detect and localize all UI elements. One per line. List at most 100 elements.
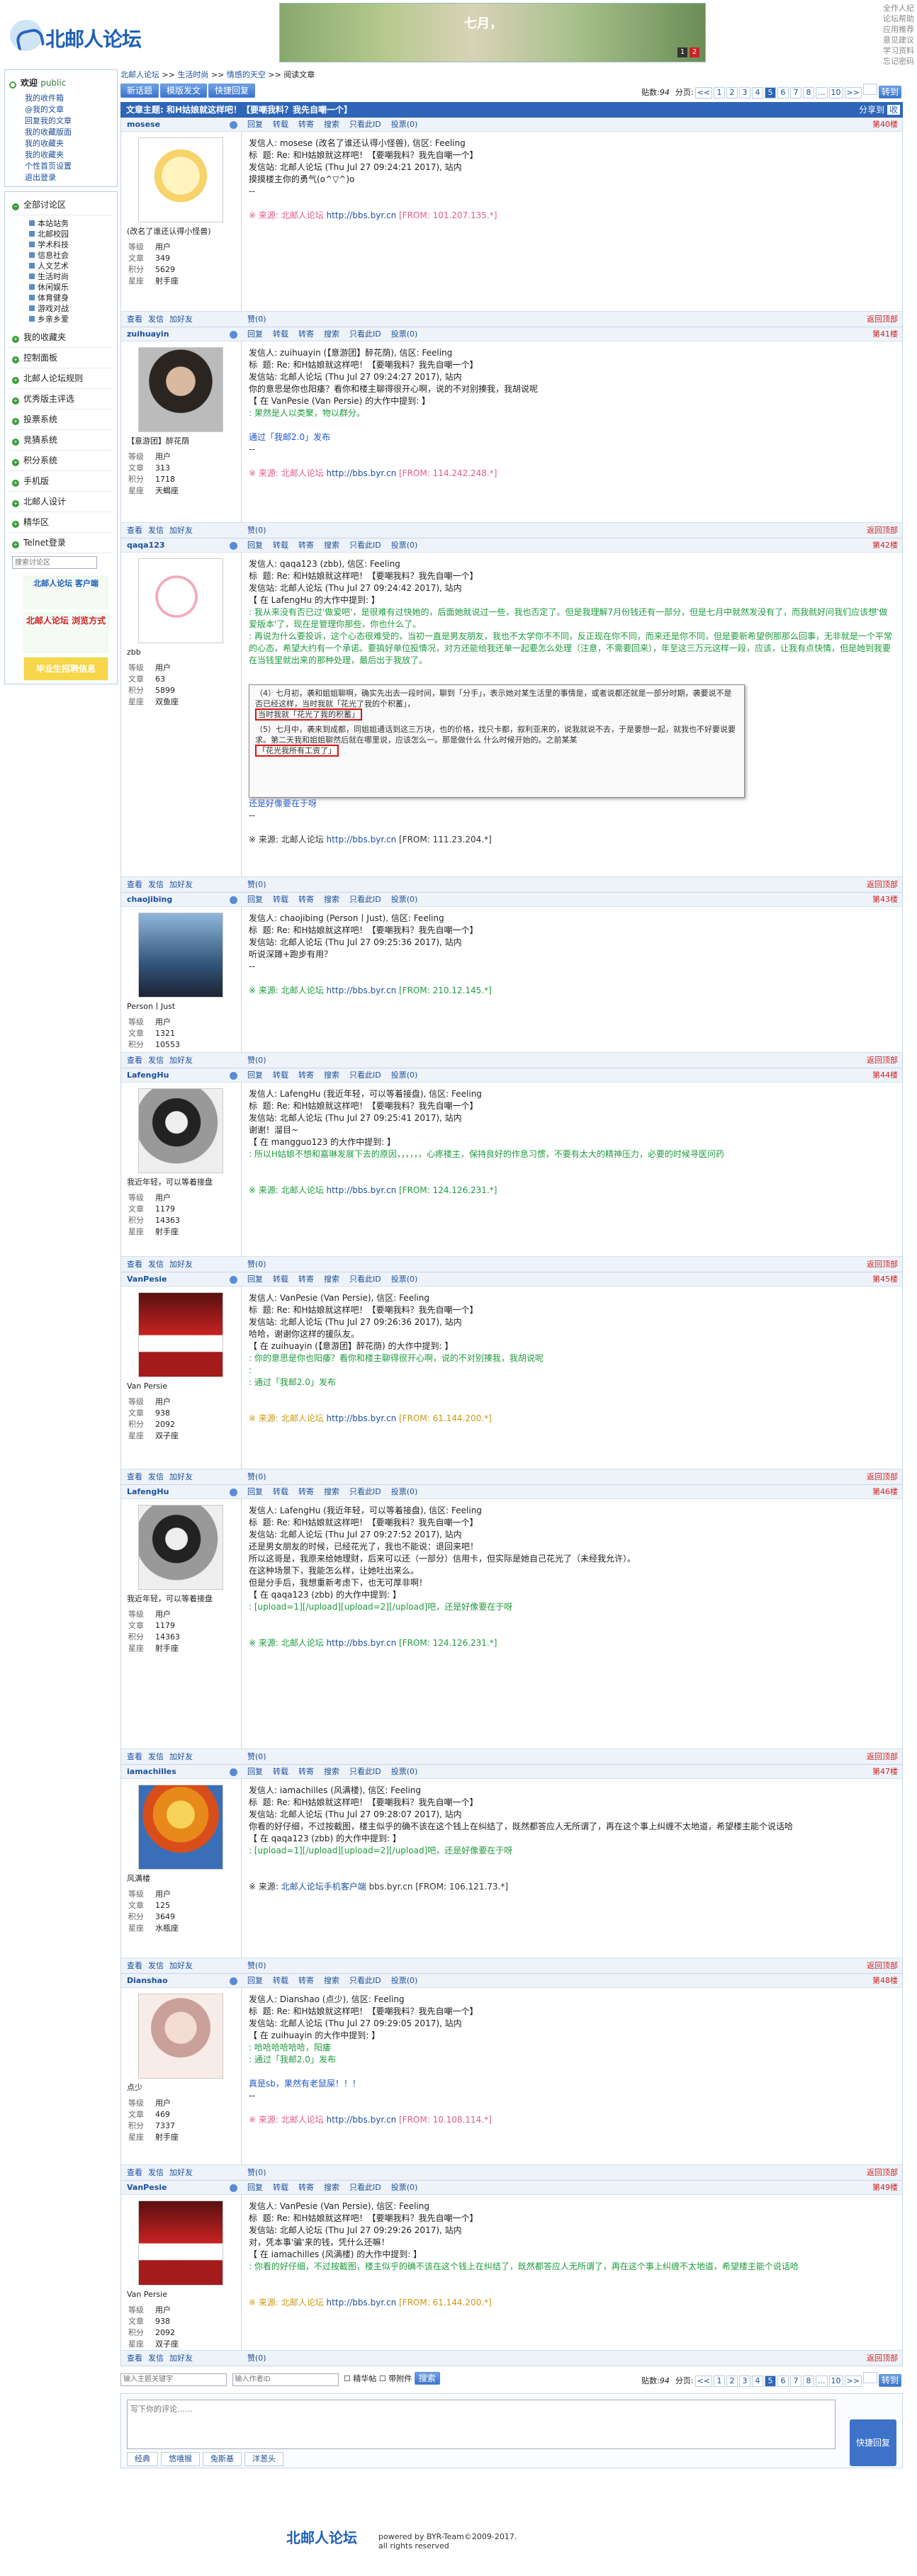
post-action-0[interactable]: 回复 bbox=[247, 1070, 263, 1080]
post-action-1[interactable]: 转载 bbox=[273, 120, 288, 129]
like-button[interactable]: 赞(0) bbox=[247, 1053, 266, 1068]
toplink[interactable]: 全作人纪 bbox=[883, 3, 914, 13]
post-action-3[interactable]: 搜索 bbox=[324, 1976, 339, 1985]
author-action[interactable]: 发信 bbox=[148, 2168, 164, 2177]
page-link[interactable]: 7 bbox=[790, 2376, 802, 2387]
post-action-5[interactable]: 投票(0) bbox=[391, 1275, 418, 1284]
avatar[interactable] bbox=[138, 913, 223, 998]
page-link[interactable]: 8 bbox=[803, 2376, 815, 2387]
back-to-top[interactable]: 返回顶部 bbox=[867, 1257, 898, 1272]
sidebar-nav-item[interactable]: + 北邮人设计 bbox=[9, 492, 113, 512]
post-action-0[interactable]: 回复 bbox=[247, 329, 263, 339]
section-item[interactable]: 体育健身 bbox=[9, 293, 113, 303]
post-action-5[interactable]: 投票(0) bbox=[391, 1767, 418, 1776]
author-action[interactable]: 发信 bbox=[148, 1056, 164, 1065]
emoji-tab[interactable]: 悠嘻猴 bbox=[161, 2452, 200, 2466]
source-link[interactable]: http://bbs.byr.cn bbox=[327, 468, 397, 478]
toplink[interactable]: 学习资料 bbox=[883, 45, 914, 56]
avatar[interactable] bbox=[138, 558, 223, 643]
toplink[interactable]: 忘记密码 bbox=[883, 56, 914, 67]
post-action-0[interactable]: 回复 bbox=[247, 541, 263, 550]
post-action-2[interactable]: 转寄 bbox=[298, 120, 314, 129]
source-link[interactable]: http://bbs.byr.cn bbox=[327, 835, 397, 844]
author-action[interactable]: 查看 bbox=[127, 2354, 142, 2363]
post-action-3[interactable]: 搜索 bbox=[324, 541, 339, 550]
page-link[interactable]: << bbox=[694, 2376, 713, 2387]
page-link[interactable]: 2 bbox=[726, 2376, 738, 2387]
post-action-5[interactable]: 投票(0) bbox=[391, 1487, 418, 1496]
post-action-1[interactable]: 转载 bbox=[273, 1070, 288, 1080]
post-action-2[interactable]: 转寄 bbox=[298, 1976, 314, 1985]
source-link[interactable]: http://bbs.byr.cn bbox=[327, 1185, 397, 1195]
sidebar-nav-item[interactable]: + 精华区 bbox=[9, 512, 113, 533]
post-action-4[interactable]: 只看此ID bbox=[349, 2183, 381, 2192]
jump-input[interactable] bbox=[862, 2372, 877, 2383]
toplink[interactable]: 论坛帮助 bbox=[883, 13, 914, 24]
post-action-1[interactable]: 转载 bbox=[273, 1976, 288, 1985]
post-action-4[interactable]: 只看此ID bbox=[349, 1767, 381, 1776]
post-action-4[interactable]: 只看此ID bbox=[349, 895, 381, 904]
avatar[interactable] bbox=[138, 1785, 223, 1870]
author-action[interactable]: 查看 bbox=[127, 1472, 142, 1481]
author-action[interactable]: 加好友 bbox=[169, 2354, 193, 2363]
post-action-4[interactable]: 只看此ID bbox=[349, 1976, 381, 1985]
post-action-2[interactable]: 转寄 bbox=[298, 541, 314, 550]
author-action[interactable]: 查看 bbox=[127, 526, 142, 535]
post-action-1[interactable]: 转载 bbox=[273, 895, 288, 904]
banner-page-2[interactable]: 2 bbox=[690, 47, 699, 57]
source-link[interactable]: http://bbs.byr.cn bbox=[327, 1638, 397, 1648]
back-to-top[interactable]: 返回顶部 bbox=[867, 2165, 898, 2181]
page-link[interactable]: 3 bbox=[739, 2376, 751, 2387]
sidebar-nav-item[interactable]: + 控制面板 bbox=[9, 348, 113, 368]
post-action-1[interactable]: 转载 bbox=[273, 1767, 288, 1776]
jump-button[interactable]: 转到 bbox=[878, 86, 901, 98]
post-author-id[interactable]: Dianshao bbox=[127, 1976, 168, 1985]
post-author-id[interactable]: LafengHu bbox=[127, 1487, 169, 1496]
crumb-home[interactable]: 北邮人论坛 bbox=[120, 70, 159, 79]
source-link[interactable]: http://bbs.byr.cn bbox=[327, 985, 397, 995]
post-action-0[interactable]: 回复 bbox=[247, 1767, 263, 1776]
user-link[interactable]: 我的收藏版面 bbox=[9, 127, 113, 138]
source-link[interactable]: http://bbs.byr.cn bbox=[327, 2115, 397, 2125]
section-item[interactable]: 游戏对战 bbox=[9, 303, 113, 314]
client-badge[interactable]: 北邮人论坛 客户端 bbox=[23, 576, 108, 609]
post-action-5[interactable]: 投票(0) bbox=[391, 1976, 418, 1985]
post-action-2[interactable]: 转寄 bbox=[298, 895, 314, 904]
post-action-3[interactable]: 搜索 bbox=[324, 329, 339, 339]
post-action-3[interactable]: 搜索 bbox=[324, 120, 339, 129]
post-action-0[interactable]: 回复 bbox=[247, 895, 263, 904]
section-item[interactable]: 休闲娱乐 bbox=[9, 282, 113, 293]
post-action-3[interactable]: 搜索 bbox=[324, 2183, 339, 2192]
jump-button[interactable]: 转到 bbox=[878, 2374, 901, 2387]
author-action[interactable]: 加好友 bbox=[169, 1961, 193, 1970]
post-action-3[interactable]: 搜索 bbox=[324, 895, 339, 904]
source-link[interactable]: 北邮人论坛手机客户端 bbox=[281, 1882, 366, 1892]
author-action[interactable]: 加好友 bbox=[169, 1752, 193, 1761]
author-action[interactable]: 发信 bbox=[148, 1472, 164, 1481]
page-link[interactable]: 6 bbox=[777, 87, 789, 98]
post-action-3[interactable]: 搜索 bbox=[324, 1275, 339, 1284]
like-button[interactable]: 赞(0) bbox=[247, 1469, 266, 1485]
send-reply-button[interactable]: 快捷回复 bbox=[850, 2419, 896, 2466]
emoji-tab[interactable]: 经典 bbox=[127, 2452, 158, 2466]
section-item[interactable]: 本站站务 bbox=[9, 218, 113, 229]
author-action[interactable]: 查看 bbox=[127, 1752, 142, 1761]
post-action-2[interactable]: 转寄 bbox=[298, 1275, 314, 1284]
author-action[interactable]: 查看 bbox=[127, 880, 142, 889]
page-link[interactable]: 1 bbox=[714, 87, 726, 98]
user-link[interactable]: @我的文章 bbox=[9, 104, 113, 115]
sidebar-nav-item[interactable]: + 北邮人论坛规则 bbox=[9, 368, 113, 389]
avatar[interactable] bbox=[138, 1994, 223, 2079]
toplink[interactable]: 应用推荐 bbox=[883, 24, 914, 35]
author-action[interactable]: 加好友 bbox=[169, 1260, 193, 1269]
author-action[interactable]: 发信 bbox=[148, 526, 164, 535]
user-link[interactable]: 个性首页设置 bbox=[9, 161, 113, 172]
post-author-id[interactable]: VanPesie bbox=[127, 2183, 167, 2192]
author-action[interactable]: 发信 bbox=[148, 2354, 164, 2363]
author-action[interactable]: 查看 bbox=[127, 1961, 142, 1970]
crumb-board[interactable]: 情感的天空 bbox=[227, 70, 266, 79]
author-action[interactable]: 查看 bbox=[127, 1056, 142, 1065]
welcome-user[interactable]: public bbox=[40, 78, 66, 88]
browse-badge[interactable]: 北邮人论坛 浏览方式 bbox=[23, 613, 108, 653]
page-link[interactable]: >> bbox=[844, 2376, 862, 2387]
